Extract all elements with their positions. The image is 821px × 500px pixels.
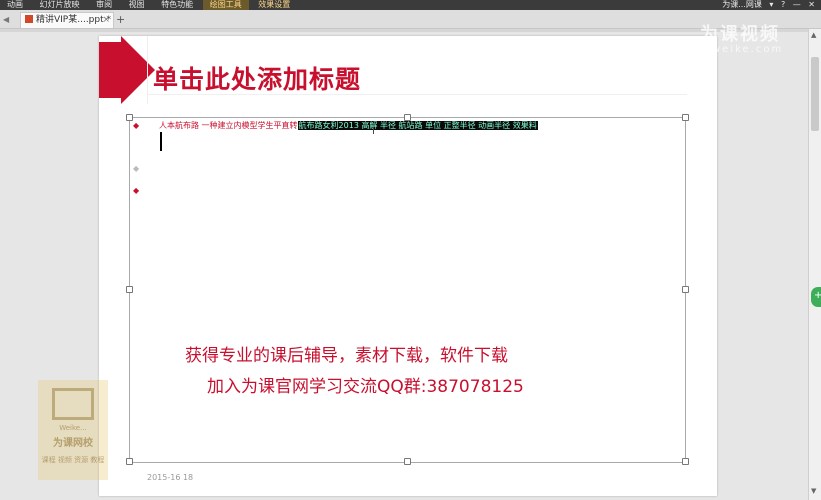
tab-bar: ◀ 精讲VIP某....ppt * × + — [0, 10, 821, 29]
menu-bar: 动画 幻灯片放映 审阅 视图 特色功能 绘图工具 效果设置 为课...网课 ▾ … — [0, 0, 821, 10]
slide-canvas[interactable]: 单击此处添加标题 ◆ ◆ ◆ 人本航布路 一种建立内模型学生平直转航布路女利20… — [99, 36, 717, 496]
watermark-top-sub: weike.com — [712, 44, 784, 55]
resize-handle-middle-right[interactable] — [682, 286, 689, 293]
scroll-up-icon[interactable]: ▲ — [811, 31, 816, 39]
document-tab[interactable]: 精讲VIP某....ppt * × — [20, 12, 114, 28]
watermark-logo-line-1: Weike... — [59, 424, 87, 432]
text-caret — [160, 132, 162, 151]
title-accent-bar — [99, 42, 121, 98]
menu-review[interactable]: 审阅 — [89, 0, 119, 10]
slide-date: 2015-16 18 — [147, 473, 194, 482]
menu-view[interactable]: 视图 — [122, 0, 152, 10]
monitor-icon — [52, 388, 94, 420]
scrollbar-thumb[interactable] — [811, 57, 819, 131]
resize-handle-top-right[interactable] — [682, 114, 689, 121]
new-tab-button[interactable]: + — [116, 12, 125, 27]
menu-effect-settings[interactable]: 效果设置 — [251, 0, 297, 10]
window-controls: 为课...网课 ▾ ? — ✕ — [717, 0, 815, 10]
tab-close-icon[interactable]: × — [102, 13, 110, 28]
ppt-file-icon — [25, 15, 33, 23]
watermark-logo: Weike... 为课网校 课程 视频 资源 教程 — [38, 380, 108, 480]
resize-handle-bottom-right[interactable] — [682, 458, 689, 465]
menu-drawing-tools[interactable]: 绘图工具 — [202, 0, 249, 10]
menu-slideshow[interactable]: 幻灯片放映 — [33, 0, 87, 10]
plus-icon: + — [814, 290, 821, 301]
resize-handle-bottom-left[interactable] — [126, 458, 133, 465]
resize-handle-bottom-middle[interactable] — [404, 458, 411, 465]
watermark-top: 为课视频 — [700, 24, 780, 45]
vertical-scrollbar[interactable]: ▲ ▼ — [808, 29, 821, 500]
chevron-left-icon[interactable]: ◀ — [3, 12, 9, 27]
bullet-point: ◆ — [133, 164, 140, 173]
promo-text-line-2: 加入为课官网学习交流QQ群:387078125 — [207, 377, 524, 397]
horizontal-ruler — [0, 29, 808, 32]
ibeam-cursor-icon: I — [372, 126, 375, 137]
bullet-text-plain: 人本航布路 一种建立内模型学生平直转 — [159, 121, 298, 130]
promo-text-line-1: 获得专业的课后辅导，素材下载，软件下载 — [185, 346, 508, 366]
close-icon[interactable]: ✕ — [808, 0, 815, 9]
selected-text[interactable]: 航布路女利2013 高解 半径 航站路 单位 正整半径 动画半径 效果料 — [297, 121, 538, 130]
account-label[interactable]: 为课...网课 — [722, 0, 762, 9]
bullet-point: ◆ — [133, 121, 140, 130]
help-icon[interactable]: ? — [781, 0, 785, 9]
document-tab-label: 精讲VIP某....ppt * — [36, 15, 111, 25]
resize-handle-top-left[interactable] — [126, 114, 133, 121]
watermark-logo-line-2: 为课网校 — [53, 438, 93, 449]
chevron-down-icon[interactable]: ▾ — [769, 0, 773, 9]
resize-handle-middle-left[interactable] — [126, 286, 133, 293]
menu-special-features[interactable]: 特色功能 — [154, 0, 200, 10]
scroll-down-icon[interactable]: ▼ — [811, 487, 816, 495]
content-placeholder[interactable] — [129, 117, 686, 463]
bullet-point: ◆ — [133, 186, 140, 195]
minimize-icon[interactable]: — — [793, 0, 801, 9]
side-panel-toggle[interactable]: + — [811, 287, 821, 307]
menu-animation[interactable]: 动画 — [0, 0, 30, 10]
bullet-text-line[interactable]: 人本航布路 一种建立内模型学生平直转航布路女利2013 高解 半径 航站路 单位… — [159, 120, 538, 131]
slide-title[interactable]: 单击此处添加标题 — [153, 60, 361, 96]
watermark-logo-line-3: 课程 视频 资源 教程 — [41, 456, 105, 464]
